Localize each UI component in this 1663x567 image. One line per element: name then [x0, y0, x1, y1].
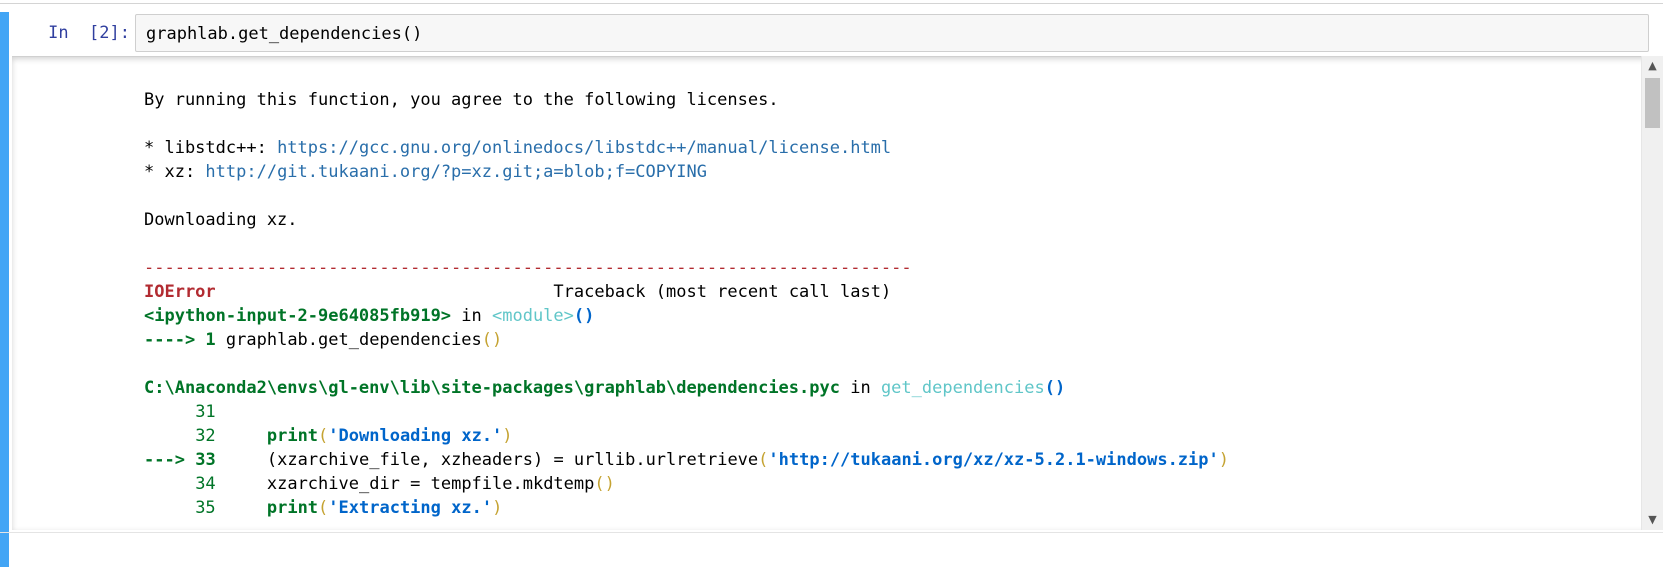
code-line-32: 32 print('Downloading xz.') — [195, 426, 513, 446]
output-text: By running this function, you agree to t… — [144, 88, 1229, 520]
license-link-libstdc[interactable]: https://gcc.gnu.org/onlinedocs/libstdc++… — [277, 138, 891, 158]
traceback-header: IOError Traceback (most recent call last… — [144, 280, 1229, 304]
scrollbar-thumb[interactable] — [1645, 78, 1660, 128]
input-code[interactable]: graphlab.get_dependencies() — [146, 21, 422, 47]
input-prompt: In [2]: — [48, 23, 130, 43]
traceback-separator: ----------------------------------------… — [144, 258, 912, 278]
license-link-xz[interactable]: http://git.tukaani.org/?p=xz.git;a=blob;… — [205, 162, 707, 182]
scroll-up-arrow-icon[interactable]: ▲ — [1642, 56, 1663, 76]
output-area[interactable]: By running this function, you agree to t… — [12, 56, 1663, 530]
bottom-divider — [0, 532, 1663, 533]
traceback-title: Traceback (most recent call last) — [553, 282, 892, 302]
license-libstdc: * libstdc++: https://gcc.gnu.org/onlined… — [144, 138, 892, 158]
frame1-code-line: ----> 1 graphlab.get_dependencies() — [144, 330, 503, 350]
error-name: IOError — [144, 282, 216, 302]
code-line-33-current: ---> 33 (xzarchive_file, xzheaders) = ur… — [144, 450, 1229, 470]
code-line-34: 34 xzarchive_dir = tempfile.mkdtemp() — [195, 474, 615, 494]
frame2-location: C:\Anaconda2\envs\gl-env\lib\site-packag… — [144, 378, 1066, 398]
code-input-area[interactable]: graphlab.get_dependencies() — [135, 14, 1649, 52]
downloading-message: Downloading xz. — [144, 210, 298, 230]
selected-cell-indicator — [0, 12, 9, 567]
license-xz: * xz: http://git.tukaani.org/?p=xz.git;a… — [144, 162, 707, 182]
code-line-31: 31 — [195, 402, 216, 422]
top-divider — [0, 3, 1663, 4]
frame1-location: <ipython-input-2-9e64085fb919> in <modul… — [144, 306, 595, 326]
license-intro: By running this function, you agree to t… — [144, 90, 779, 110]
scroll-down-arrow-icon[interactable]: ▼ — [1642, 510, 1663, 530]
code-line-35: 35 print('Extracting xz.') — [195, 498, 503, 518]
output-scrollbar[interactable]: ▲ ▼ — [1641, 56, 1663, 530]
